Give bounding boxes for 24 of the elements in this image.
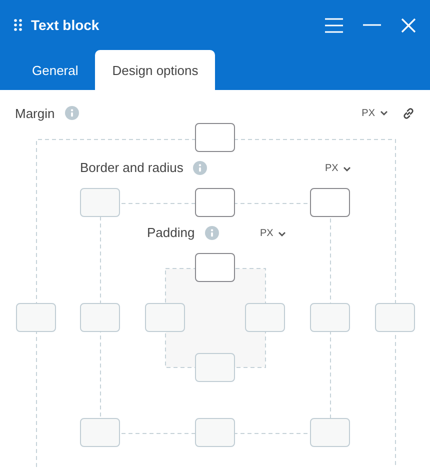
info-icon [64,106,79,120]
tab[interactable]: Design options [95,50,216,90]
chevron-icon [278,230,286,236]
menu-icon[interactable] [325,18,343,32]
padding-input[interactable] [195,253,235,282]
margin-label: Margin [15,106,55,120]
unit-dropdown[interactable]: PX [325,163,352,174]
link-icon[interactable] [402,106,415,120]
border-input[interactable] [310,188,350,217]
window-title: Text block [31,17,100,33]
chevron-icon [343,166,352,172]
unit-dropdown[interactable]: PX [260,228,286,239]
info-icon [193,160,208,174]
tab[interactable]: General [15,50,96,90]
padding-label: Padding [147,225,195,240]
info-icon [204,226,219,240]
drag-handle-icon[interactable] [14,19,22,31]
unit-dropdown[interactable]: PX [362,108,388,118]
close-icon[interactable] [401,18,416,32]
chevron-icon [380,110,388,116]
border-input[interactable] [195,188,235,217]
border-label: Border and radius [80,160,184,175]
margin-input[interactable] [195,123,235,152]
minimize-icon[interactable] [363,24,381,26]
